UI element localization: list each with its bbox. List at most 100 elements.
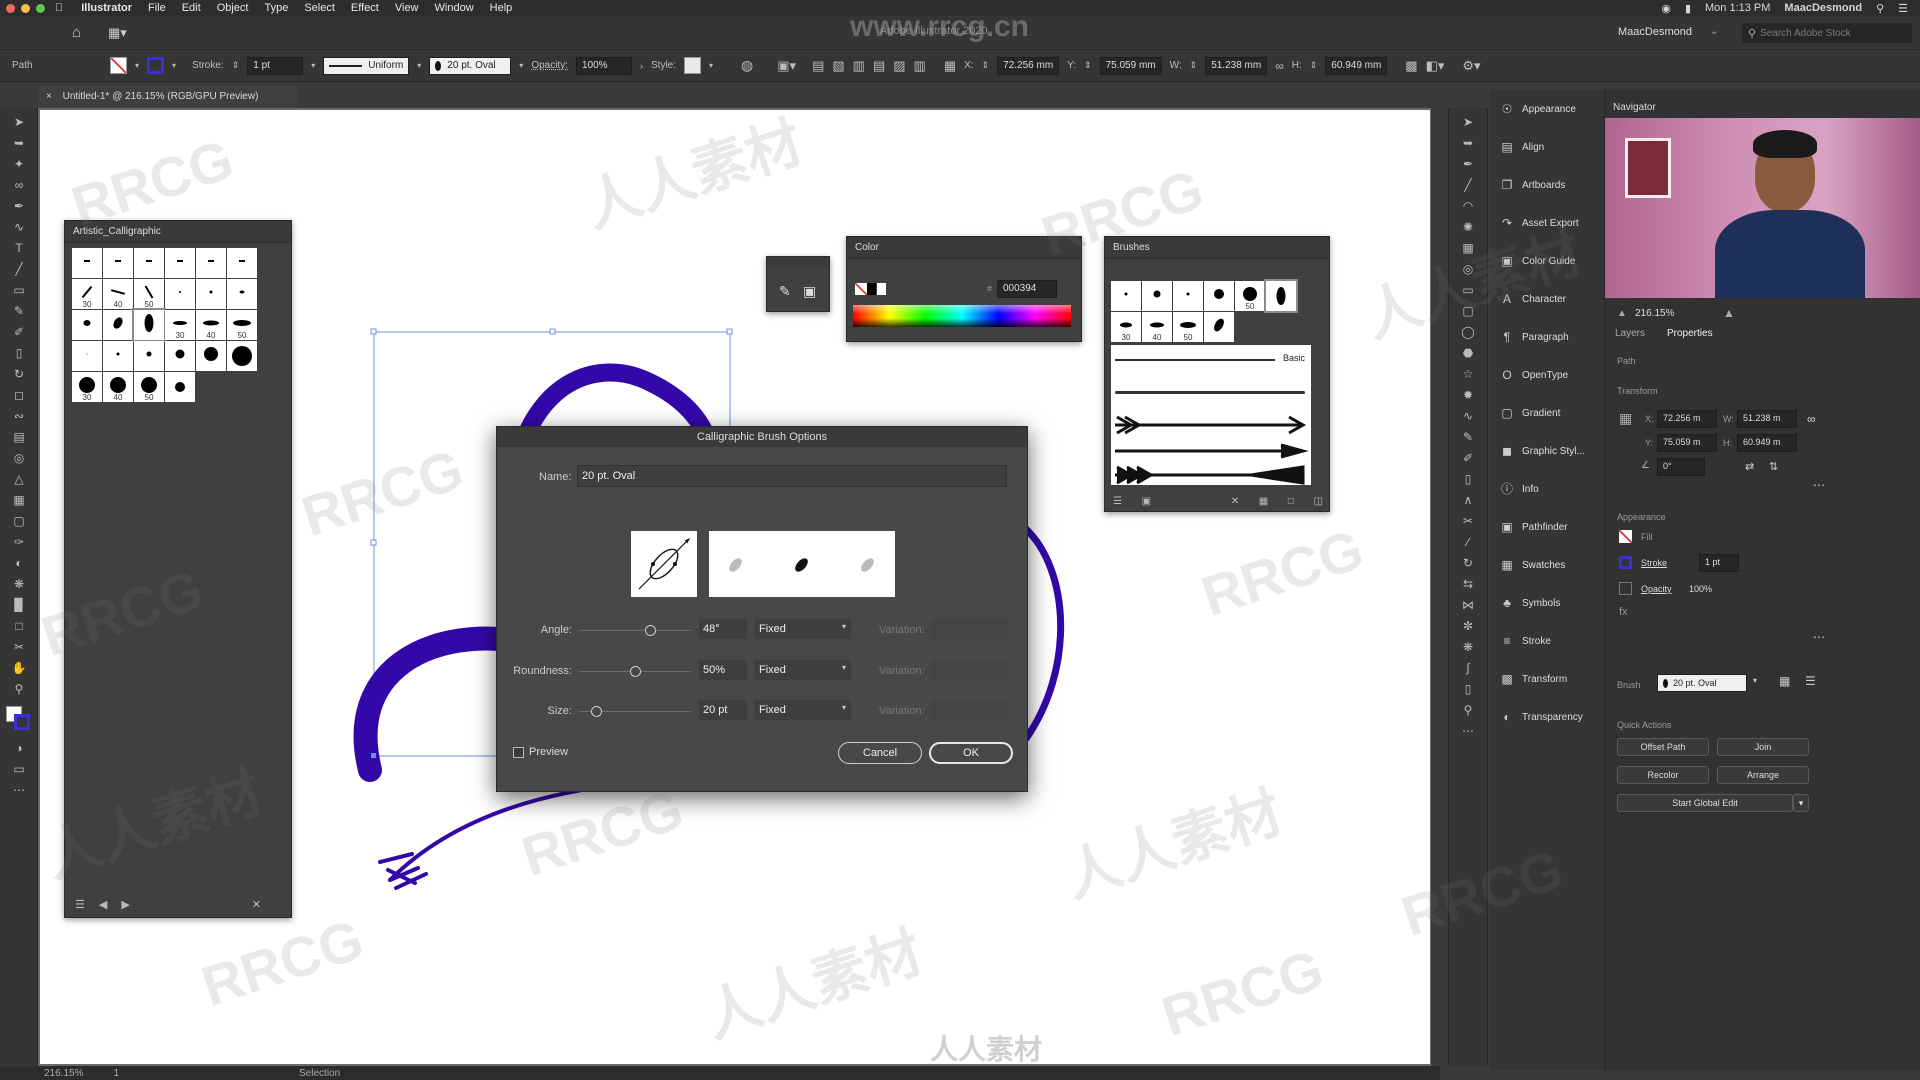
dock-appearance[interactable]: ☉ Appearance	[1490, 90, 1608, 128]
rounded-rectangle-tool-icon[interactable]: ▢	[1459, 305, 1477, 318]
floating-panel-header[interactable]	[767, 257, 829, 267]
workspace-switcher-icon[interactable]: ▦▾	[108, 25, 127, 41]
curvature-tool-icon[interactable]: ∿	[10, 221, 28, 234]
brush-swatch[interactable]: 40	[1142, 312, 1172, 342]
zoom-out-icon[interactable]: ▲	[1617, 308, 1627, 319]
control-center-icon[interactable]: ☰	[1898, 2, 1908, 15]
brush-swatch[interactable]: 40	[196, 310, 226, 340]
shape-builder-tool-icon[interactable]: ◎	[10, 452, 28, 465]
mesh-tool-icon[interactable]: ▦	[10, 494, 28, 507]
link-proportions-icon[interactable]: ∞	[1275, 59, 1284, 73]
menu-select[interactable]: Select	[304, 2, 335, 14]
direct-selection-tool-icon[interactable]: ➥	[1459, 137, 1477, 150]
tab-layers[interactable]: Layers	[1615, 328, 1645, 339]
align-vcenter-icon[interactable]: ▨	[893, 58, 905, 74]
chevron-down-icon[interactable]: ▾	[135, 61, 139, 70]
document-tab[interactable]: × Untitled-1* @ 216.15% (RGB/GPU Preview…	[38, 86, 298, 108]
chevron-down-icon[interactable]: ▾	[1753, 676, 1757, 685]
ellipse-tool-icon[interactable]: ◯	[1459, 326, 1477, 339]
roundness-slider-track[interactable]	[579, 666, 691, 677]
menu-object[interactable]: Object	[217, 2, 249, 14]
brush-swatch[interactable]	[227, 248, 257, 278]
grid-tool-icon[interactable]: ▦	[1459, 242, 1477, 255]
angle-slider-track[interactable]	[579, 625, 691, 636]
brush-libraries-icon[interactable]: ☰	[1113, 496, 1122, 507]
flip-horizontal-icon[interactable]: ⇄	[1745, 460, 1754, 473]
delete-brush-icon[interactable]: ◫	[1314, 496, 1323, 507]
size-field[interactable]: 20 pt	[699, 700, 747, 720]
brush-swatch[interactable]	[72, 341, 102, 371]
zoom-in-icon[interactable]: ▲	[1723, 306, 1735, 320]
menu-help[interactable]: Help	[490, 2, 513, 14]
brush-swatch[interactable]: 30	[165, 310, 195, 340]
stock-search[interactable]: ⚲ Search Adobe Stock	[1742, 23, 1912, 43]
brush-name-input[interactable]: 20 pt. Oval	[577, 465, 1007, 487]
brush-options-icon[interactable]: ▦	[1779, 674, 1790, 688]
align-hcenter-icon[interactable]: ▧	[832, 58, 844, 74]
line-tool-icon[interactable]: ╱	[1459, 179, 1477, 192]
scale-tool-icon[interactable]: ◻	[10, 389, 28, 402]
brush-swatch[interactable]: 40	[103, 279, 133, 309]
prop-h-field[interactable]: 60.949 m	[1737, 434, 1797, 452]
y-field[interactable]: 75.059 mm	[1099, 56, 1162, 75]
brush-options-icon[interactable]: ▦	[1259, 496, 1268, 507]
brush-swatch[interactable]	[1204, 281, 1234, 311]
align-to-icon[interactable]: ▣▾	[777, 58, 796, 74]
brush-swatch[interactable]	[1111, 281, 1141, 311]
stroke-weight-field[interactable]: 1 pt	[247, 56, 304, 75]
brush-libraries-icon[interactable]: ☰	[75, 898, 85, 911]
brush-swatch-selected[interactable]	[1264, 279, 1298, 313]
wifi-icon[interactable]: ◉	[1661, 2, 1671, 15]
star-tool-icon[interactable]: ☆	[1459, 368, 1477, 381]
prop-stroke-weight-field[interactable]: 1 pt	[1699, 554, 1739, 572]
brush-swatch-selected[interactable]	[132, 308, 166, 342]
brush-swatch[interactable]: 50	[134, 372, 164, 402]
recolor-artwork-icon[interactable]: ◍	[741, 57, 753, 74]
menu-file[interactable]: File	[148, 2, 166, 14]
screen-mode-icon[interactable]: ▭	[10, 763, 28, 776]
eraser-tool-icon[interactable]: ▯	[1459, 683, 1477, 696]
brush-swatch[interactable]	[165, 279, 195, 309]
menu-edit[interactable]: Edit	[182, 2, 201, 14]
rectangle-tool-icon[interactable]: ▭	[1459, 284, 1477, 297]
prop-fill-label[interactable]: Fill	[1641, 532, 1653, 542]
join-tool-icon[interactable]: ∧	[1459, 494, 1477, 507]
w-field[interactable]: 51.238 mm	[1205, 56, 1268, 75]
arrow-brush-stroke[interactable]	[1115, 443, 1309, 459]
dock-graphic-styles[interactable]: ◼ Graphic Styl...	[1490, 432, 1608, 470]
align-left-icon[interactable]: ▤	[812, 58, 824, 74]
prop-w-field[interactable]: 51.238 m	[1737, 410, 1797, 428]
type-tool-icon[interactable]: T	[10, 242, 28, 255]
chevron-down-icon[interactable]: ▾	[311, 61, 315, 70]
anchor-point-tool-icon[interactable]: ✒	[1459, 158, 1477, 171]
menu-effect[interactable]: Effect	[351, 2, 379, 14]
angle-slider-thumb[interactable]	[644, 625, 656, 636]
flip-vertical-icon[interactable]: ⇅	[1769, 460, 1778, 473]
brush-swatch[interactable]: 50	[227, 310, 257, 340]
arrow-brush-stroke[interactable]	[1115, 465, 1305, 485]
shaper-tool-icon[interactable]: ∿	[1459, 410, 1477, 423]
preview-checkbox[interactable]	[513, 747, 524, 758]
join-button[interactable]: Join	[1717, 738, 1809, 756]
h-field[interactable]: 60.949 mm	[1325, 56, 1388, 75]
brush-swatch[interactable]	[227, 341, 257, 371]
width-tool-icon[interactable]: ⋈	[1459, 599, 1477, 612]
rotate-tool-icon[interactable]: ↻	[10, 368, 28, 381]
calligraphic-stroke-right[interactable]	[1021, 524, 1065, 744]
path-eraser-tool-icon[interactable]: ▯	[1459, 473, 1477, 486]
hex-field[interactable]: 000394	[997, 280, 1057, 298]
more-tools-icon[interactable]: ⋯	[1459, 725, 1477, 738]
flare-tool-icon[interactable]: ✹	[1459, 389, 1477, 402]
global-edit-options-button[interactable]: ▾	[1793, 794, 1809, 812]
prop-opacity-label[interactable]: Opacity	[1641, 584, 1672, 594]
brush-swatch[interactable]: 50	[1173, 312, 1203, 342]
zoom-window-button[interactable]	[36, 3, 45, 13]
brush-swatch[interactable]	[103, 248, 133, 278]
bbox-handle[interactable]	[370, 328, 377, 335]
dock-transform[interactable]: ▩ Transform	[1490, 660, 1608, 698]
brush-swatch[interactable]	[103, 310, 133, 340]
start-global-edit-button[interactable]: Start Global Edit	[1617, 794, 1793, 812]
navigator-title[interactable]: Navigator	[1613, 102, 1656, 113]
align-top-icon[interactable]: ▤	[873, 58, 885, 74]
stepper-icon[interactable]: ⇕	[1084, 60, 1092, 71]
